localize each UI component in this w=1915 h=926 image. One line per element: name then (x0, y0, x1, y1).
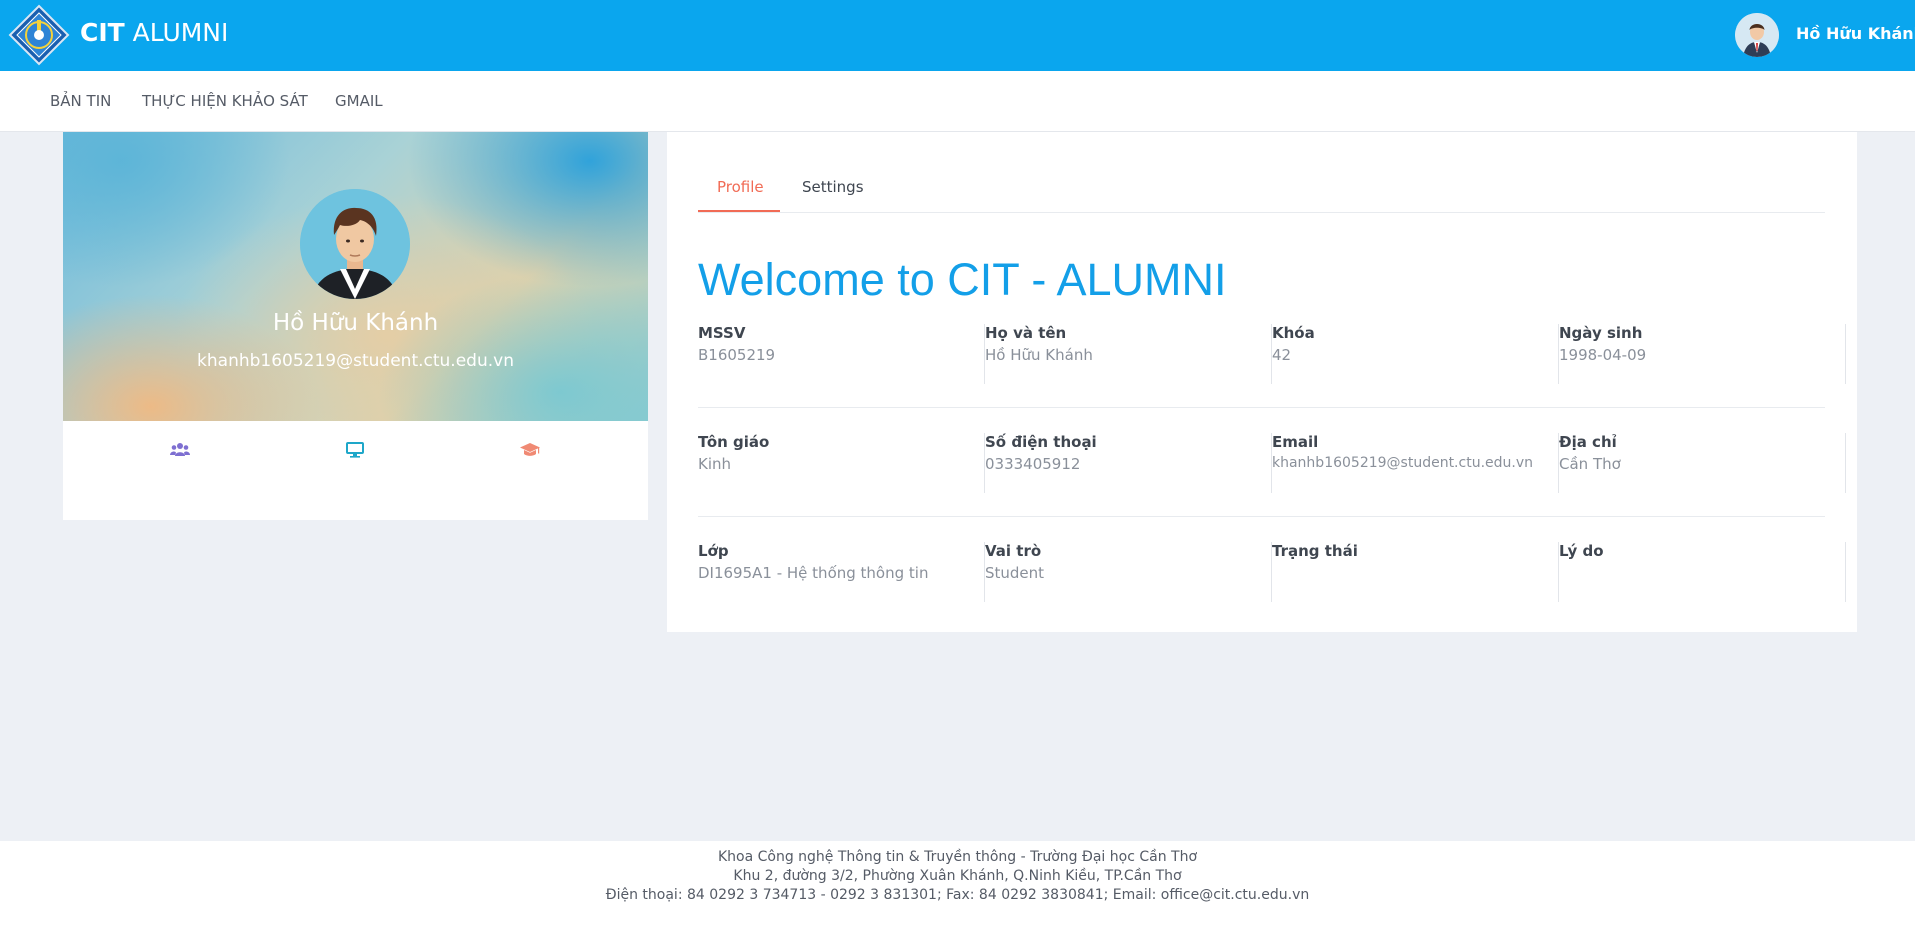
field-lop: Lớp DI1695A1 - Hệ thống thông tin (698, 542, 985, 602)
row-divider (698, 516, 1825, 517)
field-label: Ngày sinh (1559, 324, 1643, 342)
field-ho-va-ten: Họ và tên Hồ Hữu Khánh (985, 324, 1272, 384)
field-value: DI1695A1 - Hệ thống thông tin (698, 564, 929, 582)
field-label: Tôn giáo (698, 433, 770, 451)
field-email: Email khanhb1605219@student.ctu.edu.vn (1272, 433, 1559, 493)
field-vai-tro: Vai trò Student (985, 542, 1272, 602)
row-divider (698, 407, 1825, 408)
desktop-icon[interactable] (346, 442, 366, 458)
field-value: B1605219 (698, 346, 776, 364)
field-label: Trạng thái (1272, 542, 1358, 560)
nav-item-gmail[interactable]: GMAIL (335, 92, 383, 110)
field-label: Vai trò (985, 542, 1042, 560)
top-header: CIT ALUMNI Hồ Hữu Khánh (0, 0, 1915, 71)
field-value: khanhb1605219@student.ctu.edu.vn (1272, 455, 1534, 471)
field-value: 42 (1272, 346, 1292, 364)
field-so-dien-thoai: Số điện thoại 0333405912 (985, 433, 1272, 493)
main-nav: BẢN TIN THỰC HIỆN KHẢO SÁT GMAIL (0, 71, 1915, 132)
active-tab-indicator (698, 210, 780, 212)
profile-cover: Hồ Hữu Khánh khanhb1605219@student.ctu.e… (63, 132, 648, 421)
tab-settings[interactable]: Settings (802, 178, 864, 196)
page-footer: Khoa Công nghệ Thông tin & Truyền thông … (0, 841, 1915, 926)
profile-details-panel: Profile Settings Welcome to CIT - ALUMNI… (667, 132, 1857, 632)
brand-title[interactable]: CIT ALUMNI (80, 18, 228, 47)
field-label: Địa chỉ (1559, 433, 1617, 451)
nav-item-thuc-hien-khao-sat[interactable]: THỰC HIỆN KHẢO SÁT (142, 92, 308, 110)
profile-email: khanhb1605219@student.ctu.edu.vn (197, 351, 514, 371)
graduation-cap-icon[interactable] (519, 442, 540, 458)
field-label: Email (1272, 433, 1319, 451)
welcome-heading: Welcome to CIT - ALUMNI (698, 254, 1227, 305)
nav-item-ban-tin[interactable]: BẢN TIN (50, 92, 111, 110)
field-value: 0333405912 (985, 455, 1081, 473)
field-label: Số điện thoại (985, 433, 1097, 451)
field-value: Kinh (698, 455, 732, 473)
brand-bold: CIT (80, 18, 125, 47)
tab-bar: Profile Settings (698, 132, 1825, 213)
footer-line-contact: Điện thoại: 84 0292 3 734713 - 0292 3 83… (605, 887, 1310, 903)
footer-line-address: Khu 2, đường 3/2, Phường Xuân Khánh, Q.N… (733, 868, 1182, 884)
tab-profile[interactable]: Profile (717, 178, 764, 196)
field-dia-chi: Địa chỉ Cần Thơ (1559, 433, 1846, 493)
field-label: Lý do (1559, 542, 1604, 560)
footer-line-organization: Khoa Công nghệ Thông tin & Truyền thông … (717, 849, 1198, 865)
field-trang-thai: Trạng thái (1272, 542, 1559, 602)
field-label: Lớp (698, 542, 729, 560)
field-khoa: Khóa 42 (1272, 324, 1559, 384)
field-ngay-sinh: Ngày sinh 1998-04-09 (1559, 324, 1846, 384)
user-avatar[interactable] (1735, 13, 1779, 57)
profile-name: Hồ Hữu Khánh (272, 310, 439, 336)
field-label: Khóa (1272, 324, 1315, 342)
field-value: Student (985, 564, 1045, 582)
users-icon[interactable] (170, 442, 190, 458)
profile-avatar (300, 189, 410, 299)
field-label: MSSV (698, 324, 746, 342)
field-ly-do: Lý do (1559, 542, 1846, 602)
field-value: Cần Thơ (1559, 455, 1621, 473)
profile-card: Hồ Hữu Khánh khanhb1605219@student.ctu.e… (63, 132, 648, 520)
header-user-name[interactable]: Hồ Hữu Khánh (1796, 24, 1915, 43)
field-ton-giao: Tôn giáo Kinh (698, 433, 985, 493)
brand-light: ALUMNI (132, 18, 229, 47)
field-value: 1998-04-09 (1559, 346, 1647, 364)
field-mssv: MSSV B1605219 (698, 324, 985, 384)
field-label: Họ và tên (985, 324, 1067, 342)
field-value: Hồ Hữu Khánh (985, 346, 1093, 364)
cit-logo-icon[interactable] (8, 4, 70, 66)
